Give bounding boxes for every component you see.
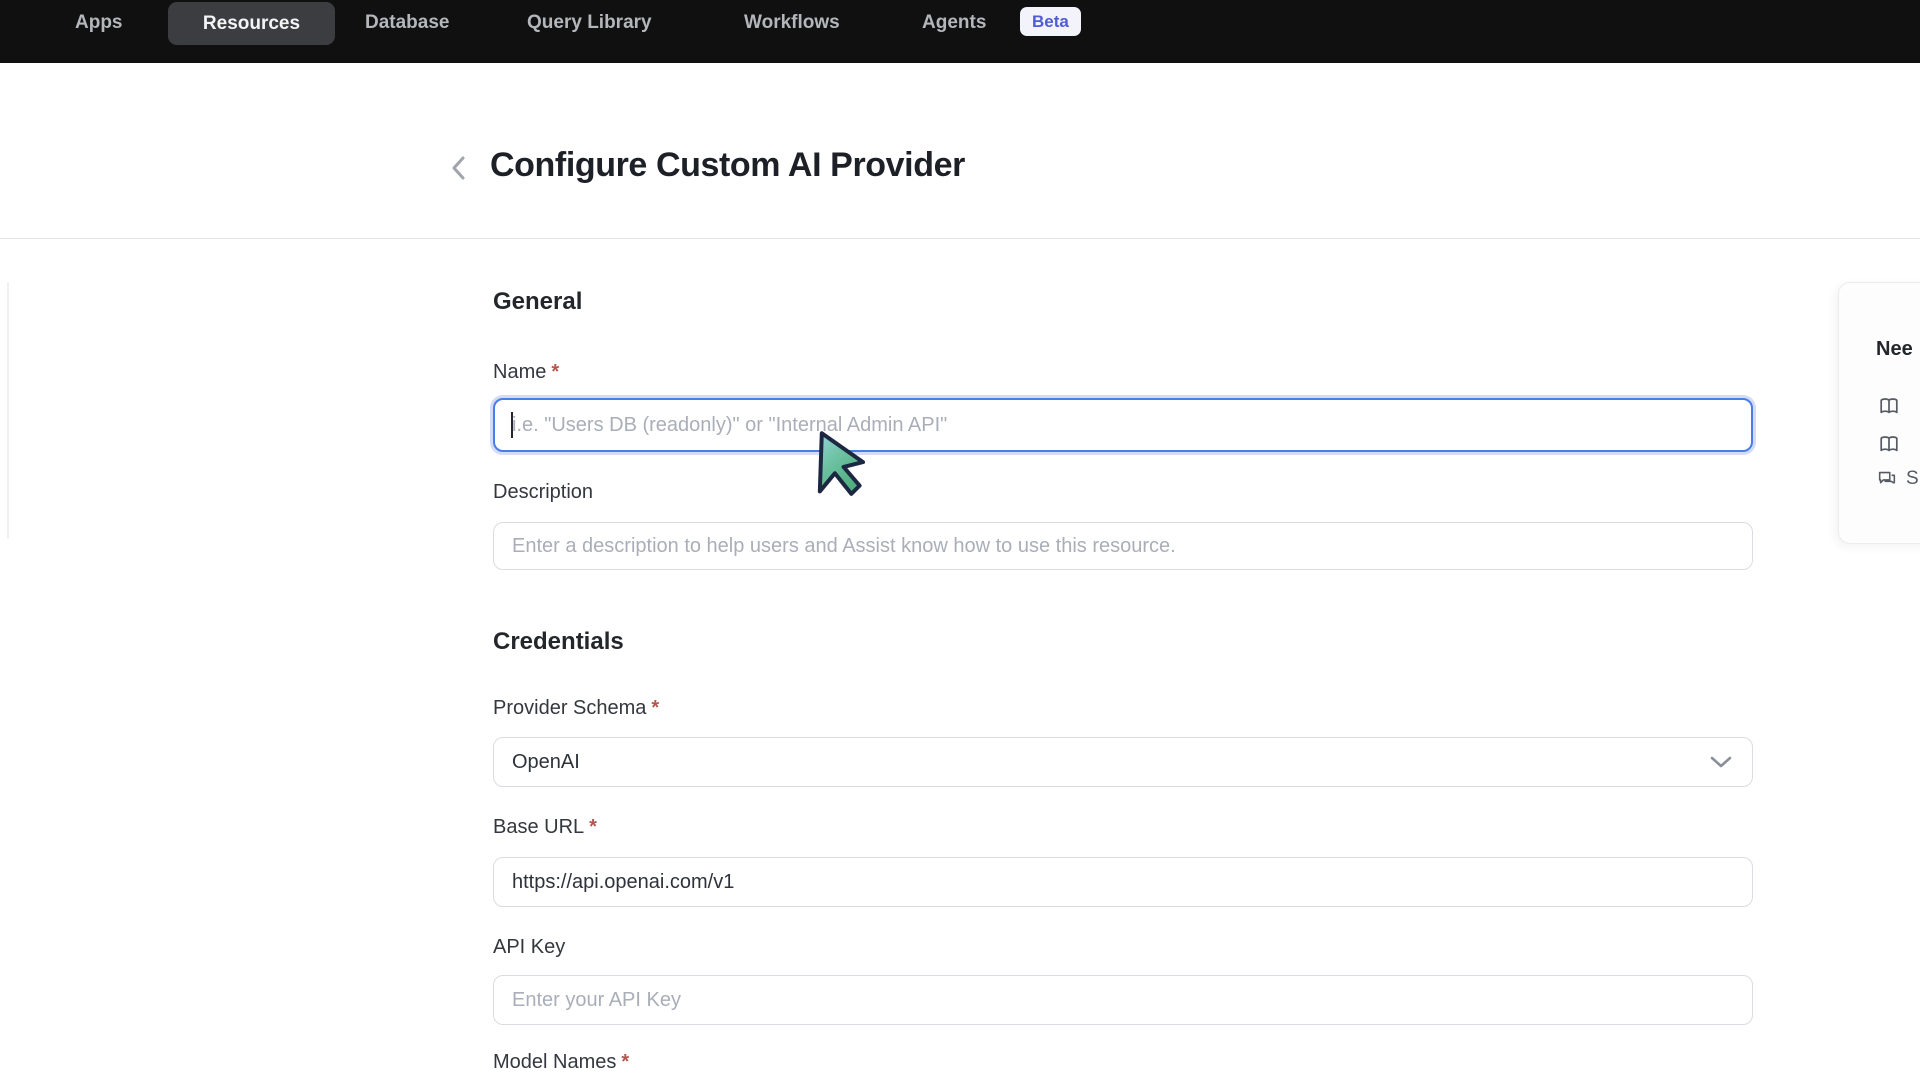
description-input[interactable] <box>493 522 1753 570</box>
header-divider <box>0 238 1920 239</box>
required-asterisk: * <box>589 816 597 838</box>
help-link-docs-2[interactable] <box>1876 432 1902 456</box>
help-link-support[interactable]: S <box>1876 468 1919 490</box>
help-link-docs-1[interactable] <box>1876 394 1902 418</box>
chevron-left-icon <box>449 153 469 183</box>
nav-tab-agents[interactable]: Agents <box>922 0 986 45</box>
nav-tab-workflows[interactable]: Workflows <box>744 0 840 45</box>
beta-badge: Beta <box>1020 7 1081 36</box>
name-field-label: Name* <box>493 361 559 384</box>
provider-schema-value: OpenAI <box>512 751 580 774</box>
nav-tab-database[interactable]: Database <box>365 0 450 45</box>
chevron-down-icon <box>1708 754 1734 770</box>
back-button[interactable] <box>444 148 474 188</box>
required-asterisk: * <box>621 1051 629 1073</box>
text-caret <box>511 412 513 438</box>
general-section-heading: General <box>493 288 582 316</box>
top-nav: Apps Resources Database Query Library Wo… <box>0 0 1920 63</box>
book-icon <box>1876 432 1902 456</box>
nav-tab-resources-label: Resources <box>203 13 300 35</box>
credentials-section-heading: Credentials <box>493 628 624 656</box>
api-key-input[interactable] <box>493 975 1753 1025</box>
api-key-label: API Key <box>493 936 565 959</box>
help-panel-title: Nee <box>1876 338 1913 361</box>
book-icon <box>1876 394 1902 418</box>
model-names-label: Model Names* <box>493 1051 629 1074</box>
chat-bubbles-icon <box>1876 468 1898 490</box>
nav-tab-query-library[interactable]: Query Library <box>527 0 652 45</box>
nav-tab-apps[interactable]: Apps <box>75 0 123 45</box>
left-card-edge <box>7 282 9 539</box>
provider-schema-label: Provider Schema* <box>493 697 659 720</box>
required-asterisk: * <box>651 697 659 719</box>
nav-tab-resources[interactable]: Resources <box>168 2 335 45</box>
provider-schema-select[interactable]: OpenAI <box>493 737 1753 787</box>
description-field-label: Description <box>493 481 593 504</box>
help-link-support-label: S <box>1906 468 1919 490</box>
base-url-label: Base URL* <box>493 816 597 839</box>
app-window: Apps Resources Database Query Library Wo… <box>0 0 1920 1080</box>
base-url-input[interactable] <box>493 857 1753 907</box>
name-input[interactable] <box>493 398 1753 452</box>
required-asterisk: * <box>551 361 559 383</box>
page-title: Configure Custom AI Provider <box>490 146 965 185</box>
